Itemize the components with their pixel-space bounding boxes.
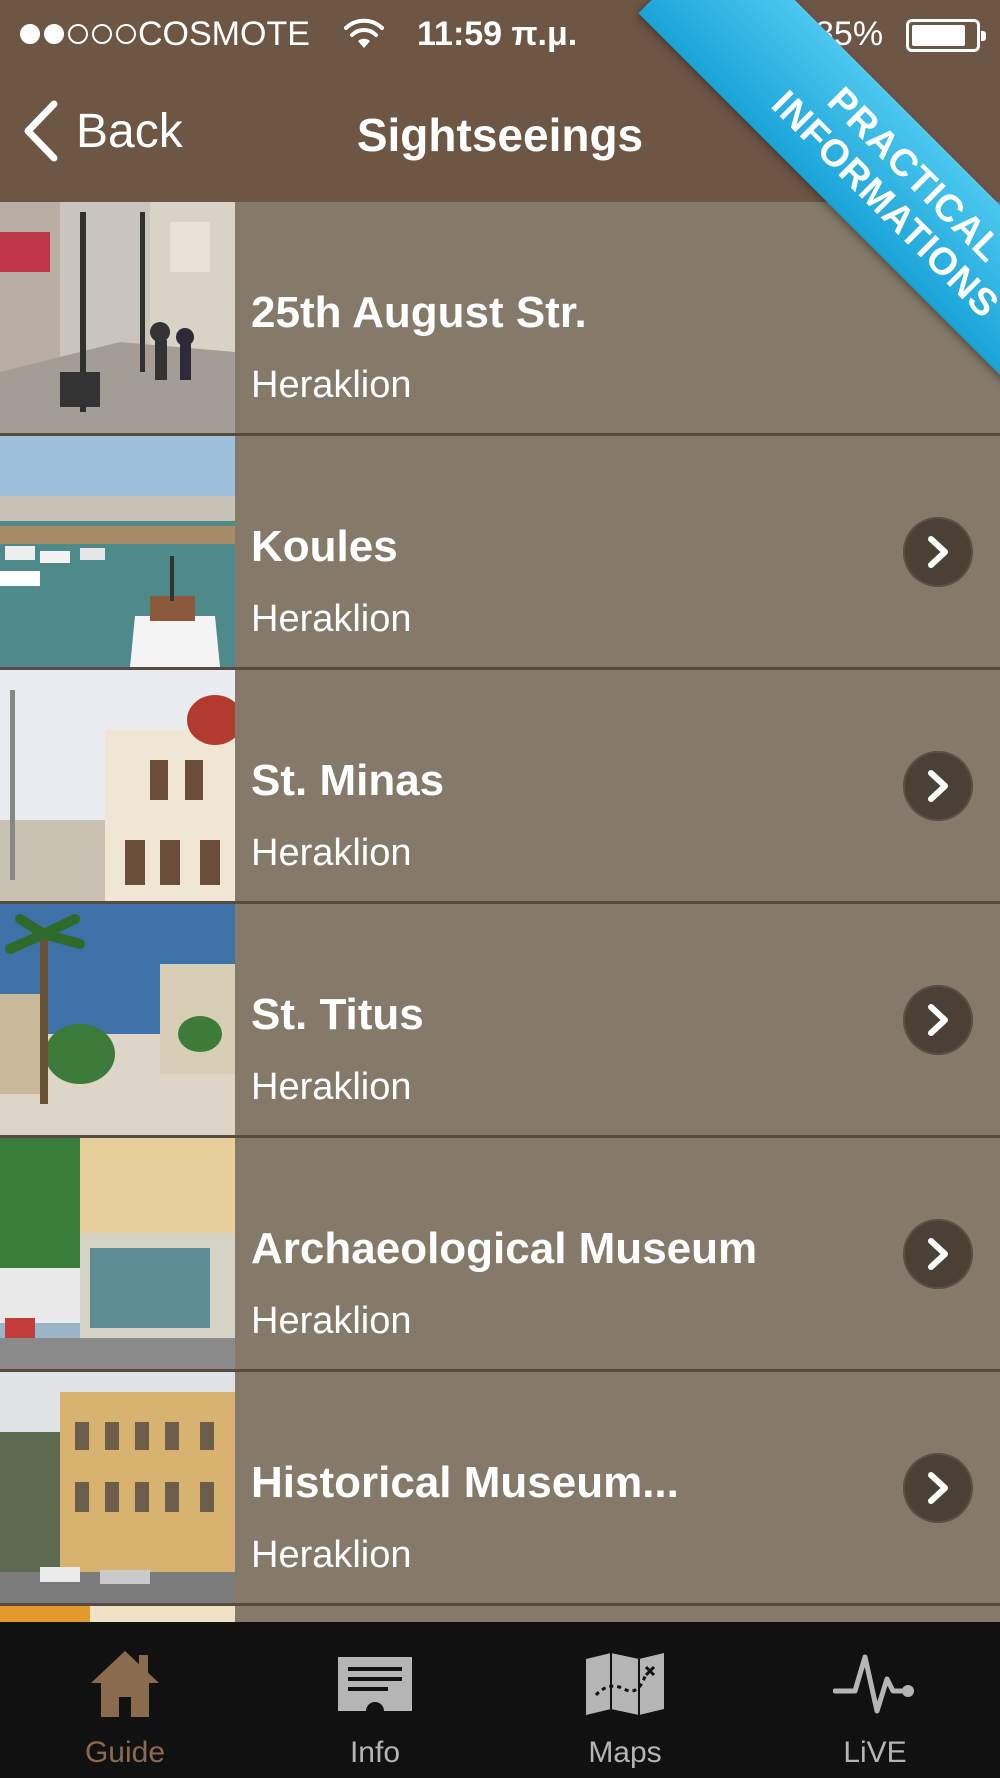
palm-square-photo [0,904,235,1135]
partial-photo [0,1606,235,1622]
pulse-icon [833,1654,914,1714]
signal-dot [92,24,112,44]
list-item[interactable]: Historical Museum... Heraklion [0,1372,1000,1606]
back-button[interactable]: Back [22,100,183,162]
tab-live[interactable]: LiVE [750,1622,1000,1778]
disclosure-button[interactable] [903,751,973,821]
tab-label: LiVE [843,1736,907,1769]
tab-label: Info [349,1736,401,1769]
map-icon [586,1653,664,1715]
signal-strength-indicator [20,24,136,44]
tab-label: Maps [588,1736,662,1769]
chevron-right-icon [928,536,948,568]
battery-icon [906,19,986,52]
item-title: St. Titus [251,990,424,1039]
list-item[interactable]: Koules Heraklion [0,436,1000,670]
item-subtitle: Heraklion [251,1300,412,1342]
museum-photo [0,1138,235,1369]
tab-guide[interactable]: Guide [0,1622,250,1778]
tab-label: Guide [84,1736,166,1769]
item-title: 25th August Str. [251,288,587,337]
street-photo [0,202,235,433]
tab-bar: Guide Info Maps LiVE [0,1622,1000,1778]
chevron-left-icon [24,100,58,162]
battery-level [912,25,965,46]
tab-info[interactable]: Info [250,1622,500,1778]
list-item[interactable]: Archaeological Museum Heraklion [0,1138,1000,1372]
sightseeing-list[interactable]: 25th August Str. Heraklion Koules Herakl… [0,202,1000,1622]
disclosure-button[interactable] [903,1453,973,1523]
list-item[interactable]: 25th August Str. Heraklion [0,202,1000,436]
item-title: St. Minas [251,756,445,805]
tab-maps[interactable]: Maps [500,1622,750,1778]
item-subtitle: Heraklion [251,1534,412,1576]
church-photo [0,670,235,901]
disclosure-button[interactable] [903,517,973,587]
disclosure-button[interactable] [903,985,973,1055]
chevron-right-icon [928,1472,948,1504]
harbor-photo [0,436,235,667]
chevron-right-icon [928,1004,948,1036]
signal-dot [20,24,40,44]
signal-dot [44,24,64,44]
page-title: Sightseeings [356,109,644,161]
ticket-icon [338,1657,412,1711]
item-title: Koules [251,522,398,571]
item-title: Historical Museum... [251,1458,679,1507]
list-item[interactable]: St. Titus Heraklion [0,904,1000,1138]
carrier-name: COSMOTE [138,15,310,53]
house-icon [91,1651,159,1717]
item-subtitle: Heraklion [251,832,412,874]
item-subtitle: Heraklion [251,364,412,406]
historical-building-photo [0,1372,235,1603]
list-item[interactable]: St. Minas Heraklion [0,670,1000,904]
item-title: Archaeological Museum [251,1224,758,1273]
chevron-right-icon [928,1238,948,1270]
wifi-icon [344,18,384,59]
item-subtitle: Heraklion [251,1066,412,1108]
list-item[interactable] [0,1606,1000,1622]
back-button-label: Back [76,104,183,158]
signal-dot [116,24,136,44]
item-subtitle: Heraklion [251,598,412,640]
disclosure-button[interactable] [903,1219,973,1289]
clock: 11:59 π.μ. [417,15,578,53]
chevron-right-icon [928,770,948,802]
signal-dot [68,24,88,44]
